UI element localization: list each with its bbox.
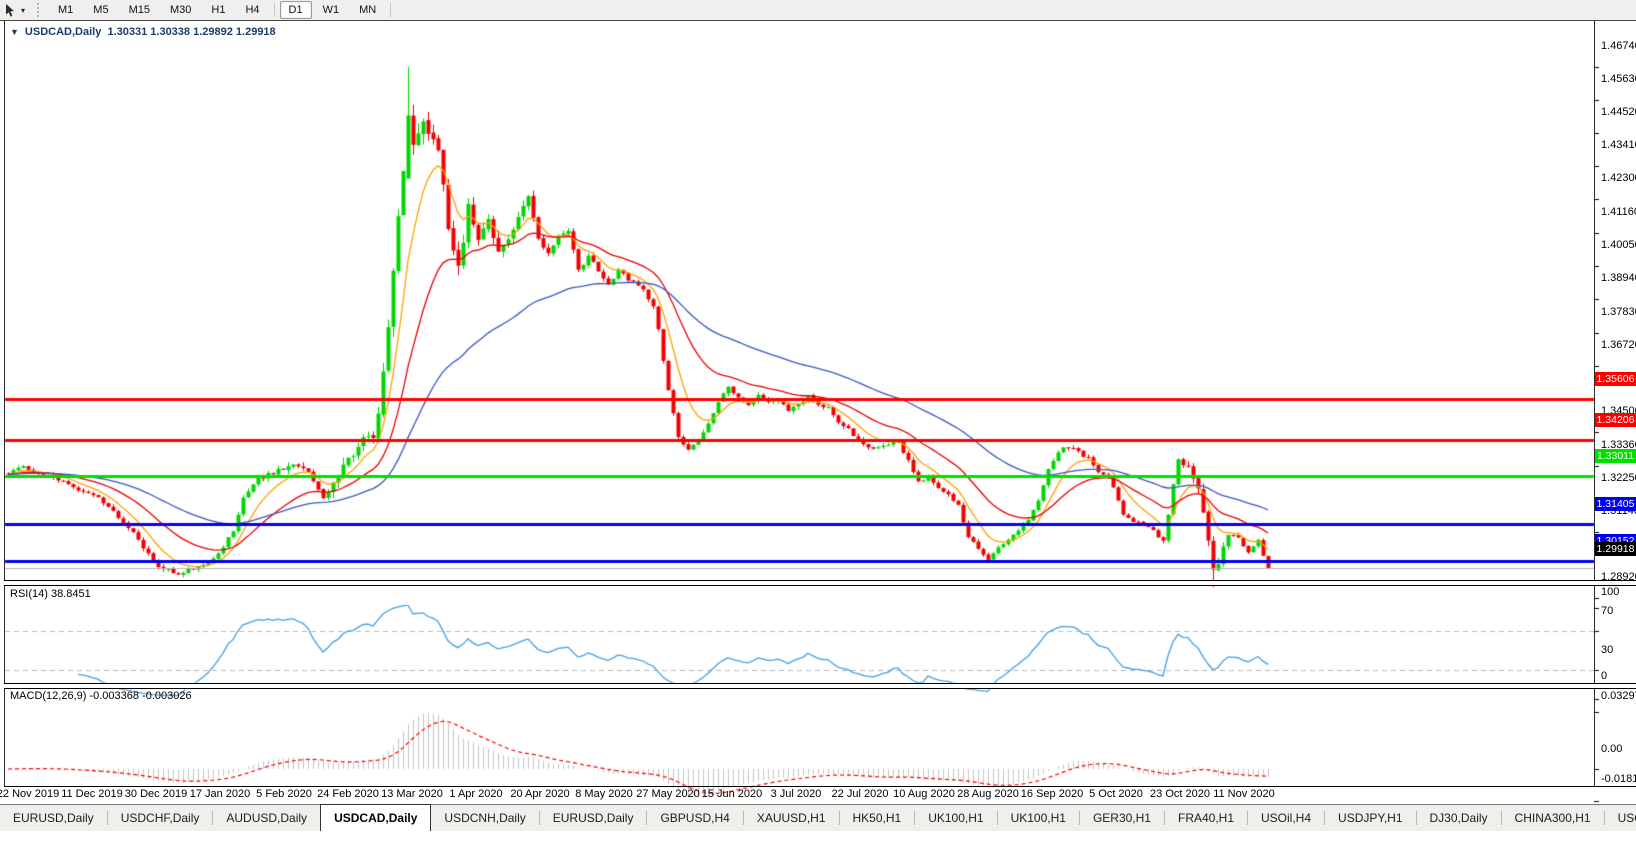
price-tick-label: 1.46740 [1601,40,1636,53]
tab-audusd-daily[interactable]: AUDUSD,Daily [213,805,320,831]
date-tick-label: 23 Oct 2020 [1150,788,1210,800]
tab-dj30-daily[interactable]: DJ30,Daily [1417,805,1501,831]
date-tick-label: 11 Dec 2019 [61,788,123,800]
tab-usdcad-daily[interactable]: USDCAD,Daily [320,804,432,831]
price-level-badge: 1.35606 [1595,371,1636,386]
tab-fra40-h1[interactable]: FRA40,H1 [1165,805,1247,831]
current-price-badge: 1.29918 [1595,542,1636,557]
date-tick-label: 20 Apr 2020 [510,788,570,800]
cursor-tool-icon[interactable] [3,3,19,17]
toolbar-grip-handle[interactable] [37,3,42,17]
timeframe-h4-button[interactable]: H4 [236,1,268,19]
date-tick-label: 22 Jul 2020 [831,788,889,800]
tab-eurusd-daily[interactable]: EURUSD,Daily [540,805,647,831]
symbol-tab-bar: EURUSD,Daily USDCHF,Daily AUDUSD,Daily USDC… [0,804,1636,831]
date-tick-label: 28 Aug 2020 [957,788,1019,800]
price-tick-label: 1.40050 [1601,239,1636,252]
collapse-caret-icon[interactable]: ▼ [10,27,19,37]
tab-usoil-h4[interactable]: USOil,H4 [1248,805,1324,831]
rsi-tick-label: 0 [1601,670,1608,682]
price-level-badge: 1.31405 [1595,496,1636,511]
date-tick-label: 5 Feb 2020 [256,788,312,800]
price-tick-label: 1.37830 [1601,305,1636,318]
date-tick-label: 15 Jun 2020 [701,788,763,800]
price-tick-label: 1.43410 [1601,139,1636,152]
toolbar-separator [390,3,392,17]
price-tick-label: 1.41160 [1601,206,1636,219]
date-tick-label: 22 Nov 2019 [0,788,60,800]
price-tick-label: 1.36720 [1601,338,1636,351]
price-level-badge: 1.34206 [1595,413,1636,428]
cursor-tool-dropdown-caret-icon[interactable]: ▾ [21,6,25,15]
price-axis-separator [1594,21,1595,787]
timeframe-m1-button[interactable]: M1 [49,1,82,19]
tab-gbpusd-h4[interactable]: GBPUSD,H4 [647,805,742,831]
date-tick-label: 27 May 2020 [636,788,700,800]
timeframe-w1-button[interactable]: W1 [314,1,349,19]
timeframe-m30-button[interactable]: M30 [161,1,200,19]
timeframe-mn-button[interactable]: MN [350,1,385,19]
rsi-label: RSI(14) 38.8451 [10,588,91,600]
macd-tick-label: 0.00 [1601,743,1623,755]
chart-window: ▼ USDCAD,Daily 1.30331 1.30338 1.29892 1.… [0,20,1636,850]
tab-china300-h1[interactable]: CHINA300,H1 [1502,805,1604,831]
macd-tick-label: -0.018154 [1601,773,1636,785]
price-tick-label: 1.45630 [1601,73,1636,86]
toolbar-separator [273,3,275,17]
date-tick-label: 5 Oct 2020 [1089,788,1143,800]
tab-eurusd-daily[interactable]: EURUSD,Daily [0,805,107,831]
tab-usdchf-daily[interactable]: USDCHF,Daily [108,805,213,831]
timeframe-m5-button[interactable]: M5 [84,1,117,19]
chart-title: ▼ USDCAD,Daily 1.30331 1.30338 1.29892 1.… [10,26,276,38]
date-tick-label: 3 Jul 2020 [770,788,822,800]
date-tick-label: 16 Sep 2020 [1020,788,1084,800]
date-tick-label: 13 Mar 2020 [381,788,443,800]
chart-window-left-border [4,21,5,787]
date-tick-label: 8 May 2020 [575,788,633,800]
tab-hk50-h1[interactable]: HK50,H1 [840,805,915,831]
rsi-tick-label: 30 [1601,643,1614,656]
tab-uk100-h1[interactable]: UK100,H1 [915,805,996,831]
price-tick-label: 1.32250 [1601,471,1636,484]
date-tick-label: 10 Aug 2020 [893,788,955,800]
timeframe-h1-button[interactable]: H1 [202,1,234,19]
price-tick-label: 1.28920 [1601,570,1636,583]
top-toolbar: ▾ M1 M5 M15 M30 H1 H4 D1 W1 MN [0,0,1636,21]
timeframe-m15-button[interactable]: M15 [120,1,159,19]
pane-separator[interactable] [4,683,1636,689]
date-tick-label: 11 Nov 2020 [1213,788,1275,800]
rsi-tick-label: 100 [1601,586,1620,598]
chart-ohlc-values: 1.30331 1.30338 1.29892 1.29918 [107,26,276,38]
date-tick-label: 30 Dec 2019 [124,788,188,800]
tab-usoil-h1[interactable]: USOil,H1 [1605,805,1636,831]
pane-separator[interactable] [4,580,1636,586]
macd-tick-label: 0.032972 [1601,690,1636,702]
date-tick-label: 17 Jan 2020 [189,788,251,800]
rsi-tick-label: 70 [1601,604,1614,617]
macd-pane-bottom-border [4,786,1636,787]
timeframe-d1-button[interactable]: D1 [279,1,312,19]
tab-usdcnh-daily[interactable]: USDCNH,Daily [431,805,538,831]
price-tick-label: 1.38940 [1601,272,1636,285]
tab-uk100-h1[interactable]: UK100,H1 [998,805,1079,831]
macd-label: MACD(12,26,9) -0.003368 -0.003026 [10,690,192,702]
tab-ger30-h1[interactable]: GER30,H1 [1080,805,1164,831]
price-level-badge: 1.33011 [1595,449,1636,464]
tab-xauusd-h1[interactable]: XAUUSD,H1 [744,805,839,831]
price-chart-canvas[interactable] [0,20,1636,850]
date-tick-label: 1 Apr 2020 [449,788,503,800]
date-tick-label: 24 Feb 2020 [317,788,379,800]
chart-symbol-label: USDCAD,Daily [24,26,102,38]
tab-usdjpy-h1[interactable]: USDJPY,H1 [1325,805,1415,831]
price-tick-label: 1.42300 [1601,172,1636,185]
chart-window-top-border [0,20,1636,21]
price-tick-label: 1.44520 [1601,106,1636,119]
